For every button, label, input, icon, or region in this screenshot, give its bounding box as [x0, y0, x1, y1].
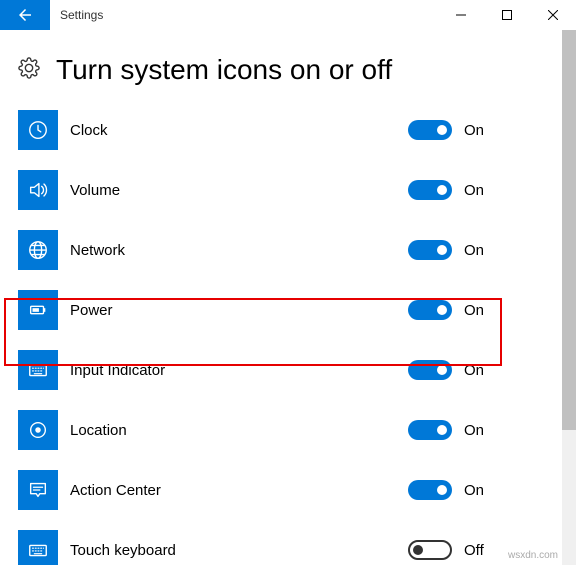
- page-title: Turn system icons on or off: [56, 54, 392, 86]
- clock-icon: [18, 110, 58, 150]
- toggle-state-label: On: [464, 122, 488, 139]
- toggle-knob: [437, 185, 447, 195]
- settings-list: ClockOnVolumeOnNetworkOnPowerOnInput Ind…: [0, 100, 576, 565]
- close-button[interactable]: [530, 0, 576, 30]
- toggle-group: On: [408, 360, 558, 380]
- toggle-knob: [437, 305, 447, 315]
- volume-icon: [18, 170, 58, 210]
- toggle-group: On: [408, 300, 558, 320]
- toggle-knob: [437, 365, 447, 375]
- watermark: wsxdn.com: [508, 550, 558, 561]
- toggle-group: On: [408, 420, 558, 440]
- location-icon: [18, 410, 58, 450]
- toggle-network[interactable]: [408, 240, 452, 260]
- action-center-icon: [18, 470, 58, 510]
- toggle-state-label: On: [464, 242, 488, 259]
- toggle-volume[interactable]: [408, 180, 452, 200]
- minimize-button[interactable]: [438, 0, 484, 30]
- window-titlebar: Settings: [0, 0, 576, 30]
- scrollbar[interactable]: [562, 30, 576, 565]
- toggle-power[interactable]: [408, 300, 452, 320]
- keyboard-icon: [18, 350, 58, 390]
- toggle-action-center[interactable]: [408, 480, 452, 500]
- toggle-knob: [437, 245, 447, 255]
- toggle-input-indicator[interactable]: [408, 360, 452, 380]
- toggle-clock[interactable]: [408, 120, 452, 140]
- setting-row-action-center: Action Center On: [18, 460, 558, 520]
- setting-row-input-indicator: Input Indicator On: [18, 340, 558, 400]
- page-header: Turn system icons on or off: [0, 30, 576, 104]
- toggle-location[interactable]: [408, 420, 452, 440]
- gear-icon: [18, 57, 40, 84]
- setting-label: Touch keyboard: [58, 542, 408, 559]
- setting-label: Input Indicator: [58, 362, 408, 379]
- toggle-state-label: Off: [464, 542, 488, 559]
- setting-label: Power: [58, 302, 408, 319]
- toggle-knob: [437, 125, 447, 135]
- toggle-state-label: On: [464, 302, 488, 319]
- setting-label: Network: [58, 242, 408, 259]
- toggle-state-label: On: [464, 362, 488, 379]
- setting-row-power: Power On: [18, 280, 558, 340]
- keyboard-icon: [18, 530, 58, 565]
- arrow-left-icon: [16, 6, 34, 24]
- toggle-knob: [413, 545, 423, 555]
- toggle-group: On: [408, 180, 558, 200]
- setting-row-network: Network On: [18, 220, 558, 280]
- app-title: Settings: [50, 0, 438, 30]
- setting-row-location: Location On: [18, 400, 558, 460]
- toggle-knob: [437, 425, 447, 435]
- toggle-group: On: [408, 480, 558, 500]
- back-button[interactable]: [0, 0, 50, 30]
- setting-row-touch-keyboard: Touch keyboard Off: [18, 520, 558, 565]
- scrollbar-thumb[interactable]: [562, 30, 576, 430]
- setting-label: Volume: [58, 182, 408, 199]
- window-controls: [438, 0, 576, 30]
- close-icon: [548, 10, 558, 20]
- setting-label: Location: [58, 422, 408, 439]
- toggle-group: On: [408, 120, 558, 140]
- toggle-state-label: On: [464, 482, 488, 499]
- setting-label: Clock: [58, 122, 408, 139]
- toggle-state-label: On: [464, 422, 488, 439]
- minimize-icon: [456, 10, 466, 20]
- maximize-icon: [502, 10, 512, 20]
- maximize-button[interactable]: [484, 0, 530, 30]
- network-icon: [18, 230, 58, 270]
- toggle-touch-keyboard[interactable]: [408, 540, 452, 560]
- setting-label: Action Center: [58, 482, 408, 499]
- setting-row-clock: Clock On: [18, 100, 558, 160]
- toggle-group: On: [408, 240, 558, 260]
- toggle-state-label: On: [464, 182, 488, 199]
- setting-row-volume: Volume On: [18, 160, 558, 220]
- power-icon: [18, 290, 58, 330]
- toggle-knob: [437, 485, 447, 495]
